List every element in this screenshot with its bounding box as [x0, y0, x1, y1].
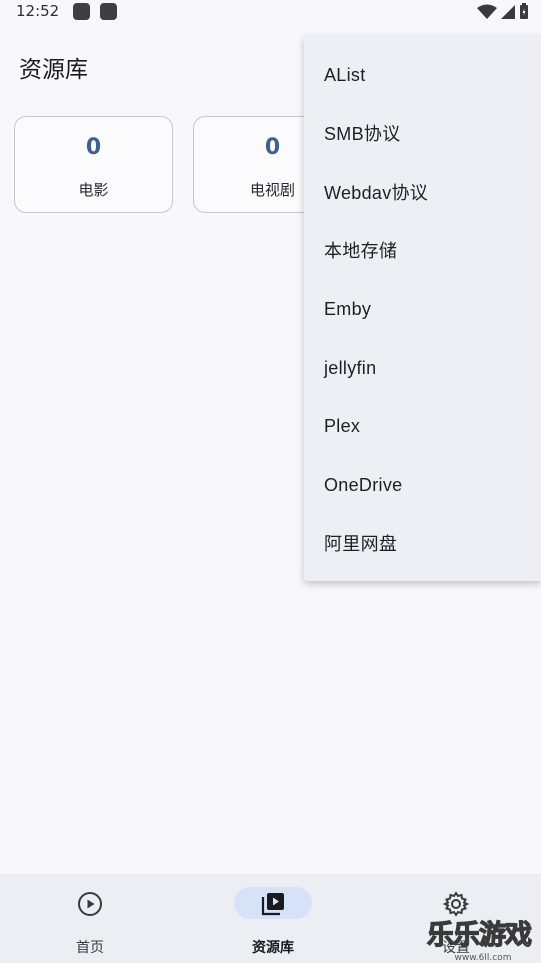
menu-item-alist[interactable]: AList [304, 46, 541, 104]
svg-text:www.6ll.com: www.6ll.com [455, 953, 512, 963]
play-circle-icon [78, 892, 102, 916]
movies-label: 电影 [78, 181, 109, 199]
signal-icon [501, 4, 515, 19]
site-watermark-logo: 乐乐游戏 www.6ll.com [426, 919, 533, 963]
menu-item-plex[interactable]: Plex [304, 397, 541, 455]
menu-item-local-storage[interactable]: 本地存储 [304, 221, 541, 279]
wifi-icon [477, 4, 497, 19]
status-icons [477, 3, 529, 20]
movies-card[interactable]: 0 电影 [14, 116, 173, 213]
menu-item-emby[interactable]: Emby [304, 280, 541, 338]
status-time: 12:52 [16, 2, 60, 20]
nav-library[interactable]: 资源库 [234, 874, 312, 963]
menu-item-smb[interactable]: SMB协议 [304, 104, 541, 162]
status-bar: 12:52 [0, 0, 541, 24]
movies-count: 0 [85, 135, 102, 160]
menu-item-webdav[interactable]: Webdav协议 [304, 163, 541, 221]
video-library-icon [261, 893, 284, 916]
add-source-menu: AList SMB协议 Webdav协议 本地存储 Emby jellyfin … [304, 35, 541, 581]
battery-icon [520, 3, 528, 19]
nav-home[interactable]: 首页 [51, 874, 129, 963]
nav-library-label: 资源库 [252, 940, 294, 956]
svg-text:乐乐游戏: 乐乐游戏 [427, 920, 532, 951]
menu-item-aliyun-drive[interactable]: 阿里网盘 [304, 514, 541, 572]
notification-icon [100, 3, 117, 20]
notification-icon [73, 3, 90, 20]
page-title: 资源库 [19, 57, 88, 83]
menu-item-jellyfin[interactable]: jellyfin [304, 339, 541, 397]
nav-home-label: 首页 [76, 940, 104, 956]
menu-item-onedrive[interactable]: OneDrive [304, 456, 541, 514]
